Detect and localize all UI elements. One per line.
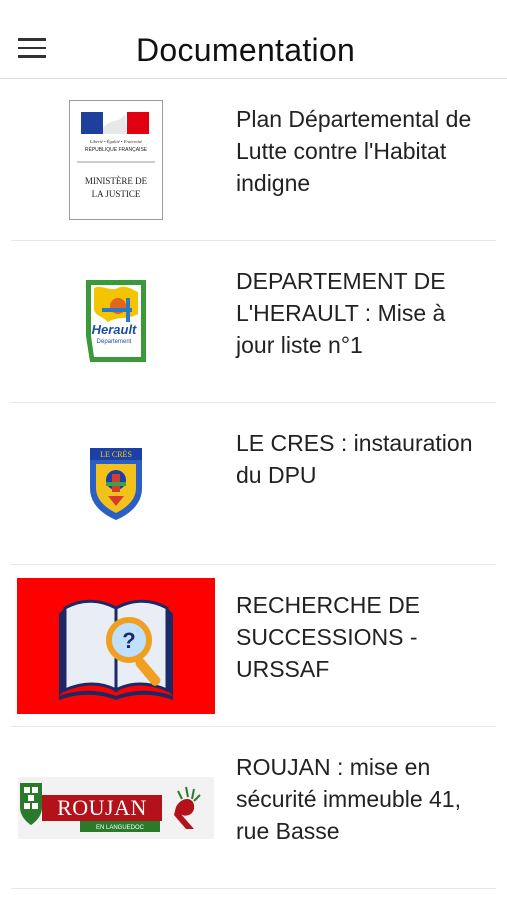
question-mark: ? [122, 628, 135, 653]
logo-justice: LA JUSTICE [92, 189, 141, 199]
page-title: Documentation [136, 32, 356, 68]
logo-le-cres-text: LE CRÈS [100, 449, 132, 459]
le-cres-coat-of-arms: LE CRÈS [11, 403, 221, 564]
list-item[interactable]: Herault Département DEPARTEMENT DE L'HER… [11, 241, 496, 403]
logo-roujan-text: ROUJAN [57, 795, 147, 820]
list-item[interactable]: ROUJAN EN LANGUEDOC ROUJAN : mise en séc… [11, 727, 496, 889]
logo-languedoc-text: EN LANGUEDOC [96, 825, 145, 831]
item-title: LE CRES : instauration du DPU [236, 430, 473, 488]
herault-departement-logo: Herault Département [11, 241, 221, 402]
documentation-list: Liberté • Égalité • Fraternité RÉPUBLIQU… [0, 79, 507, 889]
item-title: DEPARTEMENT DE L'HERAULT : Mise à jour l… [236, 268, 446, 358]
app-bar: Documentation [0, 0, 507, 79]
logo-departement-text: Département [97, 339, 132, 345]
list-item[interactable]: Liberté • Égalité • Fraternité RÉPUBLIQU… [11, 79, 496, 241]
logo-motto: Liberté • Égalité • Fraternité [89, 139, 143, 144]
hamburger-menu-icon[interactable] [18, 38, 50, 62]
logo-ministere: MINISTÈRE DE [85, 176, 148, 186]
item-title: Plan Départemental de Lutte contre l'Hab… [236, 106, 472, 196]
item-title: ROUJAN : mise en sécurité immeuble 41, r… [236, 754, 461, 844]
item-title: RECHERCHE DE SUCCESSIONS - URSSAF [236, 592, 421, 682]
logo-republique: RÉPUBLIQUE FRANÇAISE [85, 146, 148, 153]
ministere-justice-logo: Liberté • Égalité • Fraternité RÉPUBLIQU… [11, 79, 221, 240]
list-item[interactable]: ? RECHERCHE DE SUCCESSIONS - URSSAF [11, 565, 496, 727]
roujan-logo: ROUJAN EN LANGUEDOC [11, 727, 221, 888]
list-item[interactable]: LE CRÈS LE CRES : instauration du DPU [11, 403, 496, 565]
logo-herault-text: Herault [92, 322, 137, 337]
book-magnifier-icon: ? [11, 565, 221, 726]
